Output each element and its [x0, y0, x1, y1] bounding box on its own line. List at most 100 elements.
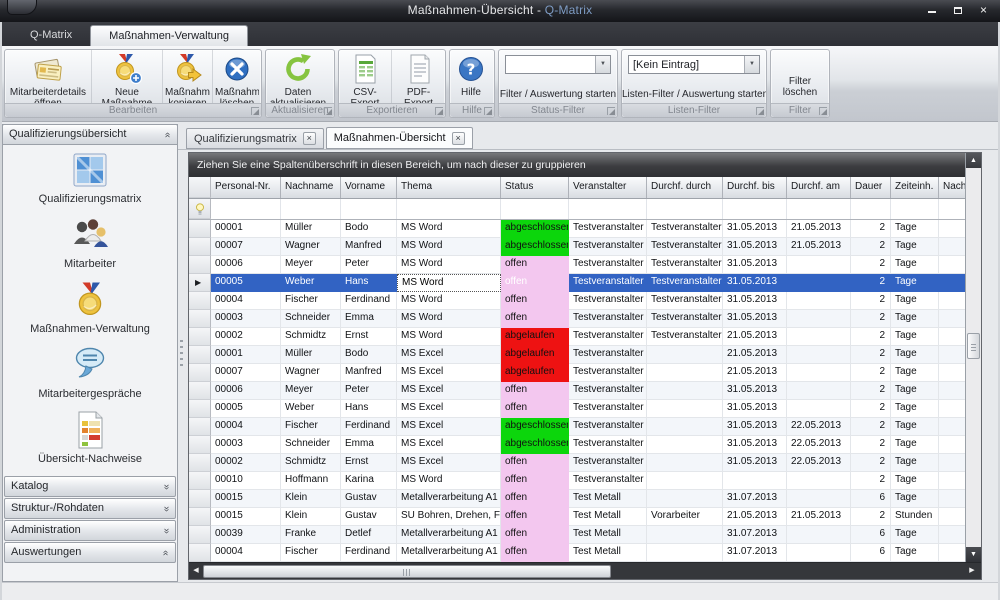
filter-combobox[interactable]	[505, 55, 611, 74]
grid-cell[interactable]: offen	[501, 382, 569, 400]
grid-cell[interactable]: Tage	[891, 292, 939, 310]
grid-cell[interactable]	[939, 508, 967, 526]
filter-start-button[interactable]: Filter / Auswertung starten	[499, 89, 617, 100]
grid-cell[interactable]: 31.07.2013	[723, 526, 787, 544]
grid-cell[interactable]: Test Metall	[569, 526, 647, 544]
vertical-scroll-thumb[interactable]	[967, 332, 980, 359]
scroll-up-button[interactable]	[966, 153, 981, 168]
ribbon-button[interactable]: Maßnahme kopieren	[163, 50, 213, 103]
filter-cell[interactable]	[341, 199, 397, 219]
table-row[interactable]: 00004 Fischer Ferdinand MS Excel abgeschloss…	[189, 418, 967, 436]
grid-cell[interactable]: offen	[501, 310, 569, 328]
grid-cell[interactable]: Franke	[281, 526, 341, 544]
grid-cell[interactable]: Testveranstalter	[569, 238, 647, 256]
grid-cell[interactable]: Testveranstalter	[647, 220, 723, 238]
grid-cell[interactable]: Testveranstalter	[569, 328, 647, 346]
grid-cell[interactable]	[787, 346, 851, 364]
grid-cell[interactable]: 00004	[211, 544, 281, 562]
grid-cell[interactable]: Testveranstalter	[569, 454, 647, 472]
grid-cell[interactable]	[647, 346, 723, 364]
grid-cell[interactable]: 2	[851, 220, 891, 238]
grid-cell[interactable]: Ferdinand	[341, 544, 397, 562]
grid-cell[interactable]: Vorarbeiter	[647, 508, 723, 526]
sidebar-item[interactable]: Maßnahmen-Verwaltung	[3, 280, 177, 345]
grid-cell[interactable]: 00001	[211, 220, 281, 238]
grid-cell[interactable]	[939, 382, 967, 400]
grid-cell[interactable]: Tage	[891, 328, 939, 346]
table-row[interactable]: 00003 Schneider Emma MS Word offen Testverans…	[189, 310, 967, 328]
grid-cell[interactable]: Testveranstalter	[569, 220, 647, 238]
splitter-handle[interactable]	[180, 340, 183, 366]
grid-cell[interactable]: Schneider	[281, 310, 341, 328]
grid-cell[interactable]	[647, 418, 723, 436]
filter-cell[interactable]	[211, 199, 281, 219]
filter-cell[interactable]	[939, 199, 967, 219]
grid-cell[interactable]: Klein	[281, 508, 341, 526]
grid-cell[interactable]: MS Word	[397, 220, 501, 238]
grid-cell[interactable]: Karina	[341, 472, 397, 490]
horizontal-scrollbar[interactable]	[189, 562, 981, 579]
grid-cell[interactable]: Weber	[281, 400, 341, 418]
grid-cell[interactable]: 00005	[211, 400, 281, 418]
grid-cell[interactable]: 22.05.2013	[787, 454, 851, 472]
dialog-launcher-icon[interactable]	[484, 107, 492, 115]
grid-cell[interactable]	[787, 292, 851, 310]
sidebar-item[interactable]: Übersicht-Nachweise	[3, 410, 177, 475]
grid-cell[interactable]: Meyer	[281, 382, 341, 400]
column-header[interactable]: Zeiteinh.	[891, 177, 939, 198]
grid-cell[interactable]: Tage	[891, 472, 939, 490]
grid-cell[interactable]: 22.05.2013	[787, 418, 851, 436]
table-row[interactable]: 00007 Wagner Manfred MS Word abgeschlossen Te…	[189, 238, 967, 256]
sidebar-section-header[interactable]: Struktur-/Rohdaten »	[4, 498, 176, 519]
filter-cell[interactable]	[723, 199, 787, 219]
table-row[interactable]: 00015KleinGustavSU Bohren, Drehen, Fräse…	[189, 508, 967, 526]
grid-cell[interactable]: 00004	[211, 418, 281, 436]
grid-cell[interactable]	[939, 436, 967, 454]
grid-cell[interactable]: Ernst	[341, 454, 397, 472]
grid-cell[interactable]: 00007	[211, 364, 281, 382]
row-indicator[interactable]	[189, 382, 211, 400]
grid-cell[interactable]: 2	[851, 274, 891, 292]
filter-cell[interactable]	[397, 199, 501, 219]
grid-cell[interactable]: Stunden	[891, 508, 939, 526]
grid-cell[interactable]	[939, 490, 967, 508]
ribbon-button[interactable]: PDF-Export	[392, 50, 445, 103]
grid-cell[interactable]: Tage	[891, 544, 939, 562]
grid-cell[interactable]: Testveranstalter	[569, 346, 647, 364]
grid-cell[interactable]: 31.05.2013	[723, 220, 787, 238]
grid-cell[interactable]: Testveranstalter	[647, 274, 723, 292]
document-tab[interactable]: Maßnahmen-Übersicht ×	[325, 127, 473, 149]
grid-cell[interactable]: abgeschlossen	[501, 238, 569, 256]
row-indicator[interactable]	[189, 526, 211, 544]
row-indicator[interactable]	[189, 328, 211, 346]
grid-cell[interactable]: Fischer	[281, 544, 341, 562]
chevron-down-icon[interactable]	[595, 56, 610, 73]
table-row[interactable]: 00039 Franke Detlef Metallverarbeitung A1 of…	[189, 526, 967, 544]
grid-cell[interactable]: MS Word	[397, 274, 501, 292]
row-indicator[interactable]	[189, 238, 211, 256]
grid-cell[interactable]: Hans	[341, 400, 397, 418]
grid-cell[interactable]: SU Bohren, Drehen, Fräsen	[397, 508, 501, 526]
dialog-launcher-icon[interactable]	[607, 107, 615, 115]
grid-cell[interactable]: Test Metall	[569, 544, 647, 562]
grid-cell[interactable]: 31.05.2013	[723, 292, 787, 310]
grid-cell[interactable]: Testveranstalter	[647, 256, 723, 274]
grid-cell[interactable]: abgeschlossen	[501, 220, 569, 238]
sidebar-section-header[interactable]: Auswertungen »	[4, 542, 176, 563]
grid-cell[interactable]: Testveranstalter	[569, 436, 647, 454]
filter-cell[interactable]	[281, 199, 341, 219]
grid-cell[interactable]: 00002	[211, 454, 281, 472]
grid-cell[interactable]: offen	[501, 256, 569, 274]
grid-cell[interactable]: Testveranstalter	[569, 256, 647, 274]
grid-cell[interactable]: abgelaufen	[501, 364, 569, 382]
grid-cell[interactable]: Testveranstalter	[647, 238, 723, 256]
grid-cell[interactable]: 2	[851, 454, 891, 472]
grid-cell[interactable]: Manfred	[341, 238, 397, 256]
grid-cell[interactable]: 31.05.2013	[723, 382, 787, 400]
grid-cell[interactable]: Wagner	[281, 364, 341, 382]
grid-cell[interactable]: Metallverarbeitung A1	[397, 526, 501, 544]
sidebar-item[interactable]: Qualifizierungsmatrix	[3, 150, 177, 215]
row-indicator[interactable]	[189, 364, 211, 382]
grid-cell[interactable]: Emma	[341, 436, 397, 454]
grid-cell[interactable]: Testveranstalter	[569, 274, 647, 292]
